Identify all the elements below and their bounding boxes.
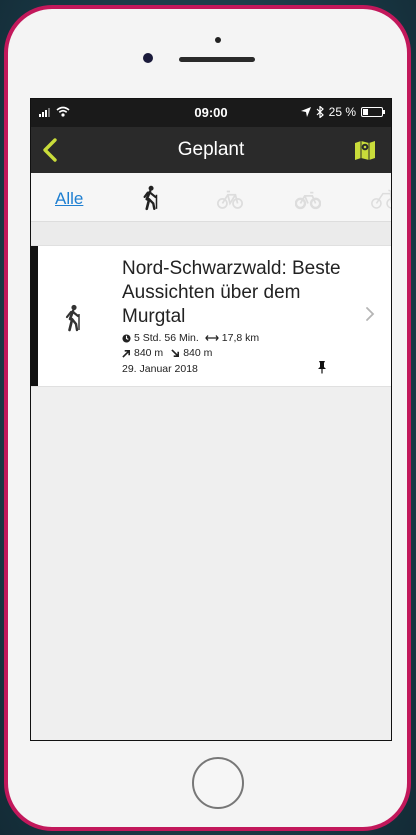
- tour-ascent: 840 m: [134, 347, 164, 359]
- proximity-sensor: [215, 37, 221, 43]
- pin-icon: [318, 361, 326, 374]
- descent-icon: [171, 348, 180, 357]
- tour-descent: 840 m: [183, 347, 213, 359]
- bluetooth-icon: [316, 106, 324, 118]
- sport-filter-bar: Alle: [31, 173, 391, 222]
- mountain-bike-icon[interactable]: [295, 185, 321, 211]
- tour-meta-row-3: 29. Januar 2018: [122, 363, 198, 375]
- app-screen: 09:00 25 % Geplant Alle Nord-Schwarzwald…: [30, 98, 392, 741]
- tour-distance: 17,8 km: [221, 332, 260, 344]
- battery-icon: [361, 107, 385, 117]
- front-camera: [143, 53, 153, 63]
- ascent-icon: [122, 349, 131, 358]
- selection-indicator: [31, 246, 38, 386]
- chevron-right-icon[interactable]: [365, 306, 375, 322]
- tour-meta-row-2: 840 m 840 m: [122, 347, 212, 359]
- hiking-icon: [65, 304, 80, 332]
- map-icon[interactable]: [353, 138, 377, 162]
- distance-icon: [204, 335, 219, 341]
- tour-list-item[interactable]: Nord-Schwarzwald: Beste Aussichten über …: [31, 245, 391, 387]
- location-arrow-icon: [300, 107, 311, 117]
- status-bar: 09:00 25 %: [31, 99, 391, 127]
- tour-meta-row-1: 5 Std. 56 Min. 17,8 km: [122, 332, 259, 344]
- race-bike-icon[interactable]: [371, 185, 392, 211]
- home-button[interactable]: [192, 757, 244, 809]
- tour-duration: 5 Std. 56 Min.: [134, 332, 199, 344]
- battery-percent: 25 %: [328, 105, 356, 119]
- earpiece-speaker: [179, 57, 255, 62]
- page-title: Geplant: [177, 139, 245, 160]
- clock-icon: [122, 333, 131, 343]
- filter-all-tab[interactable]: Alle: [55, 189, 83, 209]
- tour-date: 29. Januar 2018: [122, 363, 198, 375]
- hiking-icon[interactable]: [137, 185, 163, 211]
- list-spacer: [31, 222, 391, 245]
- tour-title: Nord-Schwarzwald: Beste Aussichten über …: [122, 258, 341, 327]
- bike-icon[interactable]: [217, 185, 243, 211]
- nav-bar: Geplant: [31, 127, 391, 173]
- status-right: 25 %: [300, 105, 385, 119]
